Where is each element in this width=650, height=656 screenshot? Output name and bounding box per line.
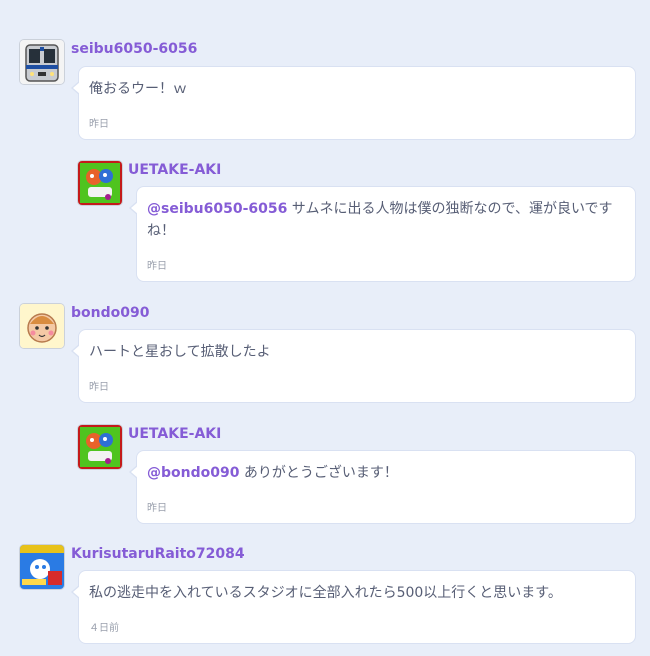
comment-bubble: ハートと星おして拡散したよ 昨日 [71,329,636,403]
character-avatar-icon [78,425,122,469]
comment-text: ハートと星おして拡散したよ [89,341,625,363]
comment-text: 俺おるウー！ｗ [89,78,625,100]
username-link[interactable]: UETAKE-AKI [128,162,221,178]
comment-time: ４日前 [89,623,119,634]
user-avatar[interactable] [20,304,64,348]
user-avatar[interactable] [78,425,122,469]
comment-time: 昨日 [89,382,109,393]
comment-text: @bondo090 ありがとうございます！ [147,462,625,484]
train-avatar-icon [20,40,64,84]
comment-bubble: 俺おるウー！ｗ 昨日 [71,66,636,140]
username-link[interactable]: seibu6050-6056 [71,41,197,57]
comment-bubble: @bondo090 ありがとうございます！ 昨日 [129,450,636,524]
comment-bubble: @seibu6050-6056 サムネに出る人物は僕の独断なので、運が良いですね… [129,186,636,282]
user-avatar[interactable] [20,545,64,589]
user-avatar[interactable] [20,40,64,84]
character-avatar-icon [78,161,122,205]
cat-avatar-icon [20,304,64,348]
comment-text: 私の逃走中を入れているスタジオに全部入れたら500以上行くと思います。 [89,582,625,604]
mention-link[interactable]: @bondo090 [147,465,239,481]
username-link[interactable]: bondo090 [71,305,149,321]
comment-body: ありがとうございます！ [239,465,398,481]
game-avatar-icon [20,545,64,589]
comment-time: 昨日 [147,503,167,514]
comment-text: @seibu6050-6056 サムネに出る人物は僕の独断なので、運が良いですね… [147,198,625,242]
comment-body: 俺おるウー！ｗ [89,81,187,97]
mention-link[interactable]: @seibu6050-6056 [147,201,287,217]
comment-time: 昨日 [89,119,109,130]
comment-time: 昨日 [147,261,167,272]
username-link[interactable]: UETAKE-AKI [128,426,221,442]
username-link[interactable]: KurisutaruRaito72084 [71,546,245,562]
comment-bubble: 私の逃走中を入れているスタジオに全部入れたら500以上行くと思います。 ４日前 [71,570,636,644]
user-avatar[interactable] [78,161,122,205]
comment-body: ハートと星おして拡散したよ [89,344,271,360]
comment-body: 私の逃走中を入れているスタジオに全部入れたら500以上行くと思います。 [89,585,562,601]
